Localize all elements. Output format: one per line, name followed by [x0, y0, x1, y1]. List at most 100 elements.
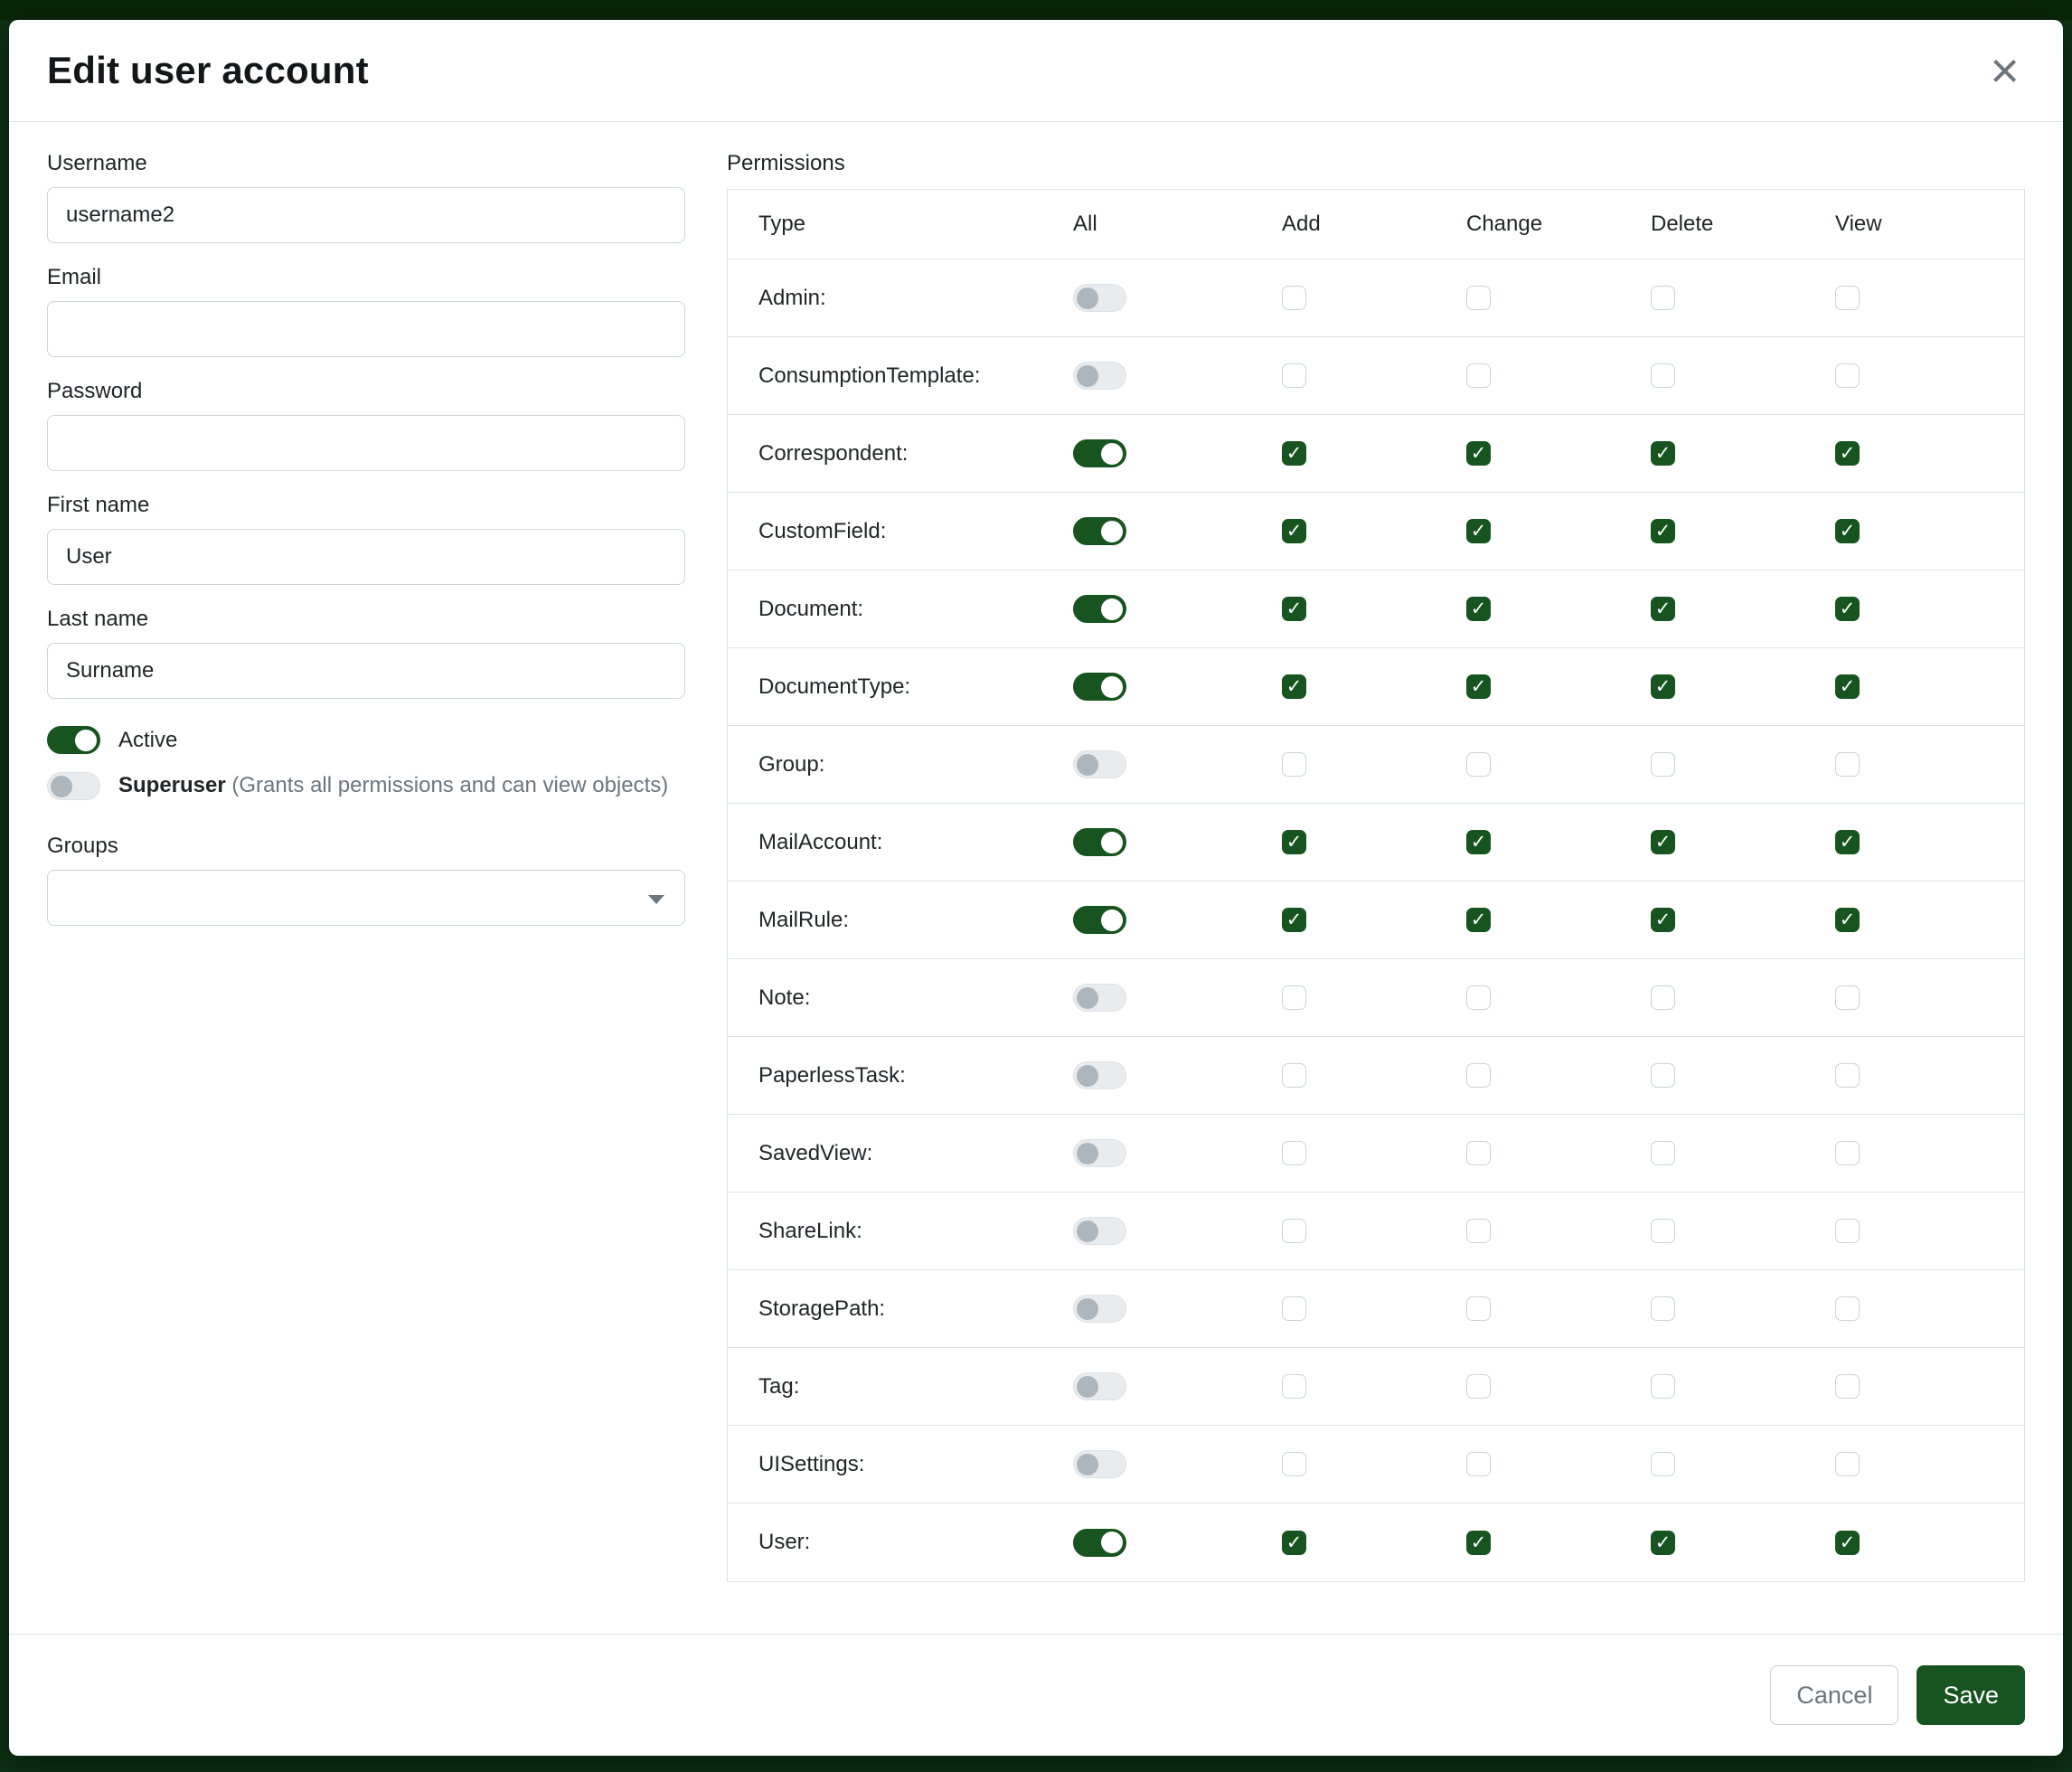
permission-all-toggle[interactable] — [1073, 750, 1126, 778]
superuser-toggle[interactable] — [47, 772, 100, 800]
permission-change-checkbox[interactable] — [1466, 1452, 1491, 1476]
permission-change-checkbox[interactable] — [1466, 1296, 1491, 1321]
permission-change-checkbox[interactable] — [1466, 830, 1491, 854]
cancel-button[interactable]: Cancel — [1770, 1665, 1898, 1725]
permission-delete-checkbox[interactable] — [1651, 363, 1675, 388]
permission-change-checkbox[interactable] — [1466, 441, 1491, 466]
permission-add-checkbox[interactable] — [1282, 597, 1306, 621]
permission-change-checkbox[interactable] — [1466, 1141, 1491, 1165]
permission-change-checkbox[interactable] — [1466, 985, 1491, 1010]
permission-all-toggle[interactable] — [1073, 595, 1126, 623]
close-icon[interactable]: × — [1984, 52, 2025, 89]
permission-all-toggle[interactable] — [1073, 439, 1126, 467]
permission-all-toggle[interactable] — [1073, 673, 1126, 701]
permission-delete-checkbox[interactable] — [1651, 908, 1675, 932]
permission-change-checkbox[interactable] — [1466, 597, 1491, 621]
permission-type-label: Tag: — [758, 1374, 1073, 1400]
permission-change-checkbox[interactable] — [1466, 286, 1491, 310]
permission-add-checkbox[interactable] — [1282, 1296, 1306, 1321]
permission-view-checkbox[interactable] — [1835, 830, 1860, 854]
permission-all-toggle[interactable] — [1073, 828, 1126, 856]
permission-delete-checkbox[interactable] — [1651, 1374, 1675, 1399]
permission-view-checkbox[interactable] — [1835, 286, 1860, 310]
toggle-knob — [1077, 754, 1098, 776]
permission-add-checkbox[interactable] — [1282, 519, 1306, 543]
permission-view-checkbox[interactable] — [1835, 752, 1860, 777]
permission-view-checkbox[interactable] — [1835, 1141, 1860, 1165]
last-name-field[interactable] — [47, 643, 685, 699]
permission-all-toggle[interactable] — [1073, 517, 1126, 545]
permission-all-toggle[interactable] — [1073, 1529, 1126, 1557]
permission-all-toggle[interactable] — [1073, 906, 1126, 934]
permission-add-checkbox[interactable] — [1282, 1219, 1306, 1243]
password-field[interactable] — [47, 415, 685, 471]
permission-delete-checkbox[interactable] — [1651, 1531, 1675, 1555]
permission-change-checkbox[interactable] — [1466, 908, 1491, 932]
permission-add-checkbox[interactable] — [1282, 985, 1306, 1010]
permission-view-checkbox[interactable] — [1835, 441, 1860, 466]
permission-delete-checkbox[interactable] — [1651, 286, 1675, 310]
permission-all-toggle[interactable] — [1073, 1061, 1126, 1089]
permission-view-checkbox[interactable] — [1835, 985, 1860, 1010]
permission-all-toggle[interactable] — [1073, 1450, 1126, 1478]
permission-all-toggle[interactable] — [1073, 1295, 1126, 1323]
permission-change-checkbox[interactable] — [1466, 674, 1491, 699]
permission-change-checkbox[interactable] — [1466, 519, 1491, 543]
permission-view-checkbox[interactable] — [1835, 1219, 1860, 1243]
permission-delete-checkbox[interactable] — [1651, 985, 1675, 1010]
permission-all-toggle[interactable] — [1073, 1217, 1126, 1245]
permission-change-checkbox[interactable] — [1466, 1374, 1491, 1399]
permission-delete-checkbox[interactable] — [1651, 1141, 1675, 1165]
permission-view-checkbox[interactable] — [1835, 1452, 1860, 1476]
permission-view-checkbox[interactable] — [1835, 1531, 1860, 1555]
permission-delete-checkbox[interactable] — [1651, 519, 1675, 543]
permission-delete-checkbox[interactable] — [1651, 1063, 1675, 1088]
permission-delete-checkbox[interactable] — [1651, 674, 1675, 699]
permissions-header-row: Type All Add Change Delete View — [728, 190, 2024, 259]
permission-delete-checkbox[interactable] — [1651, 1219, 1675, 1243]
first-name-field[interactable] — [47, 529, 685, 585]
permission-add-checkbox[interactable] — [1282, 441, 1306, 466]
email-field[interactable] — [47, 301, 685, 357]
permission-all-toggle[interactable] — [1073, 1372, 1126, 1400]
permission-view-checkbox[interactable] — [1835, 908, 1860, 932]
permission-add-checkbox[interactable] — [1282, 1452, 1306, 1476]
permission-change-checkbox[interactable] — [1466, 363, 1491, 388]
permission-delete-checkbox[interactable] — [1651, 597, 1675, 621]
save-button[interactable]: Save — [1917, 1665, 2025, 1725]
permission-view-checkbox[interactable] — [1835, 363, 1860, 388]
permission-delete-checkbox[interactable] — [1651, 830, 1675, 854]
permission-view-checkbox[interactable] — [1835, 597, 1860, 621]
permission-change-checkbox[interactable] — [1466, 752, 1491, 777]
permission-add-checkbox[interactable] — [1282, 752, 1306, 777]
permission-change-checkbox[interactable] — [1466, 1219, 1491, 1243]
permission-add-checkbox[interactable] — [1282, 1063, 1306, 1088]
permission-all-toggle[interactable] — [1073, 1139, 1126, 1167]
permission-view-checkbox[interactable] — [1835, 674, 1860, 699]
permission-all-toggle[interactable] — [1073, 284, 1126, 312]
permission-change-checkbox[interactable] — [1466, 1063, 1491, 1088]
permission-all-toggle[interactable] — [1073, 984, 1126, 1012]
permission-delete-checkbox[interactable] — [1651, 752, 1675, 777]
permission-add-checkbox[interactable] — [1282, 1374, 1306, 1399]
permission-view-checkbox[interactable] — [1835, 519, 1860, 543]
permission-add-checkbox[interactable] — [1282, 830, 1306, 854]
groups-select[interactable] — [47, 870, 685, 926]
permission-all-toggle[interactable] — [1073, 362, 1126, 390]
permission-change-checkbox[interactable] — [1466, 1531, 1491, 1555]
permission-delete-checkbox[interactable] — [1651, 441, 1675, 466]
permission-add-checkbox[interactable] — [1282, 908, 1306, 932]
permission-delete-checkbox[interactable] — [1651, 1452, 1675, 1476]
permissions-rows: Admin: ConsumptionTemplate: Corresponden… — [728, 259, 2024, 1581]
permission-add-checkbox[interactable] — [1282, 363, 1306, 388]
username-input[interactable] — [47, 187, 685, 243]
permission-view-checkbox[interactable] — [1835, 1374, 1860, 1399]
permission-delete-checkbox[interactable] — [1651, 1296, 1675, 1321]
permission-view-checkbox[interactable] — [1835, 1296, 1860, 1321]
permission-add-checkbox[interactable] — [1282, 1141, 1306, 1165]
permission-view-checkbox[interactable] — [1835, 1063, 1860, 1088]
permission-add-checkbox[interactable] — [1282, 286, 1306, 310]
permission-add-checkbox[interactable] — [1282, 674, 1306, 699]
permission-add-checkbox[interactable] — [1282, 1531, 1306, 1555]
active-toggle[interactable] — [47, 726, 100, 754]
